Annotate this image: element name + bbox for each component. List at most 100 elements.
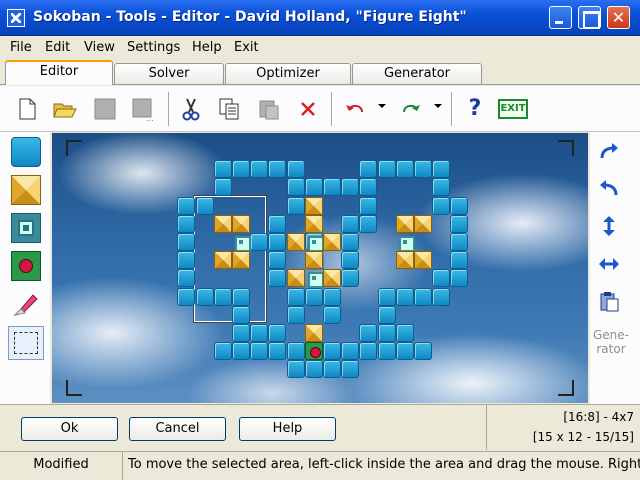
wall-cell[interactable]	[414, 160, 432, 179]
goal-cell[interactable]	[305, 269, 324, 289]
minimize-button[interactable]	[549, 6, 572, 29]
menu-settings[interactable]: Settings	[127, 40, 180, 55]
wall-tool-icon[interactable]	[11, 137, 41, 167]
cancel-button[interactable]: Cancel	[129, 417, 226, 441]
box-cell[interactable]	[414, 214, 432, 233]
menu-exit[interactable]: Exit	[234, 40, 259, 55]
box-cell[interactable]	[323, 233, 341, 251]
wall-cell[interactable]	[341, 342, 360, 361]
new-file-icon[interactable]	[14, 96, 40, 122]
undo-icon[interactable]	[342, 96, 368, 122]
save-as-icon[interactable]: ...	[130, 96, 156, 122]
wall-cell[interactable]	[268, 160, 287, 179]
flip-vertical-icon[interactable]	[598, 215, 620, 237]
wall-cell[interactable]	[268, 269, 287, 288]
player-cell[interactable]	[304, 342, 323, 361]
wall-cell[interactable]	[377, 160, 396, 179]
wall-cell[interactable]	[195, 196, 214, 215]
wall-cell[interactable]	[304, 287, 323, 306]
wall-cell[interactable]	[268, 251, 287, 270]
wall-cell[interactable]	[232, 342, 250, 361]
wall-cell[interactable]	[232, 324, 250, 342]
menu-file[interactable]: File	[10, 40, 32, 55]
wall-cell[interactable]	[177, 214, 196, 233]
wall-cell[interactable]	[414, 342, 432, 361]
box-cell[interactable]	[395, 214, 414, 233]
wall-cell[interactable]	[323, 178, 341, 197]
wall-cell[interactable]	[450, 251, 469, 270]
wall-cell[interactable]	[250, 342, 269, 361]
wall-cell[interactable]	[432, 160, 451, 179]
wall-cell[interactable]	[286, 160, 305, 179]
wall-cell[interactable]	[377, 342, 396, 361]
wall-cell[interactable]	[377, 287, 396, 306]
wall-cell[interactable]	[432, 287, 451, 306]
box-cell[interactable]	[304, 324, 323, 342]
wall-cell[interactable]	[395, 342, 414, 361]
menu-edit[interactable]: Edit	[45, 40, 70, 55]
wall-cell[interactable]	[359, 178, 378, 197]
wall-cell[interactable]	[213, 342, 232, 361]
wall-cell[interactable]	[359, 214, 378, 233]
delete-icon[interactable]	[295, 96, 321, 122]
wall-cell[interactable]	[268, 342, 287, 361]
wall-cell[interactable]	[286, 360, 305, 379]
wall-cell[interactable]	[395, 160, 414, 179]
undo-dropdown-icon[interactable]	[378, 104, 386, 108]
box-tool-icon[interactable]	[11, 175, 41, 205]
wall-cell[interactable]	[177, 233, 196, 251]
wall-cell[interactable]	[432, 269, 451, 288]
wall-cell[interactable]	[286, 342, 305, 361]
wall-cell[interactable]	[177, 287, 196, 306]
eraser-tool-icon[interactable]	[11, 289, 41, 319]
wall-cell[interactable]	[341, 360, 360, 379]
wall-cell[interactable]	[359, 196, 378, 215]
box-cell[interactable]	[304, 196, 323, 215]
exit-icon[interactable]: EXIT	[498, 99, 528, 119]
tab-solver[interactable]: Solver	[114, 63, 224, 84]
cut-icon[interactable]	[178, 96, 204, 122]
tab-editor[interactable]: Editor	[5, 60, 113, 85]
box-cell[interactable]	[286, 233, 305, 251]
wall-cell[interactable]	[286, 305, 305, 324]
wall-cell[interactable]	[177, 251, 196, 270]
wall-cell[interactable]	[450, 233, 469, 251]
box-cell[interactable]	[304, 214, 323, 233]
wall-cell[interactable]	[304, 178, 323, 197]
help-icon[interactable]: ?	[462, 96, 488, 122]
wall-cell[interactable]	[341, 251, 360, 270]
wall-cell[interactable]	[450, 214, 469, 233]
maximize-button[interactable]	[578, 6, 601, 29]
wall-cell[interactable]	[395, 324, 414, 342]
wall-cell[interactable]	[341, 269, 360, 288]
box-cell[interactable]	[213, 214, 232, 233]
close-button[interactable]: ✕	[607, 6, 630, 29]
wall-cell[interactable]	[359, 324, 378, 342]
wall-cell[interactable]	[250, 324, 269, 342]
select-tool-icon[interactable]	[8, 326, 44, 360]
tab-generator[interactable]: Generator	[352, 63, 482, 84]
wall-cell[interactable]	[341, 233, 360, 251]
wall-cell[interactable]	[377, 305, 396, 324]
wall-cell[interactable]	[377, 324, 396, 342]
wall-cell[interactable]	[304, 360, 323, 379]
wall-cell[interactable]	[195, 287, 214, 306]
clipboard-icon[interactable]	[598, 290, 620, 312]
wall-cell[interactable]	[323, 287, 341, 306]
save-icon[interactable]	[92, 96, 118, 122]
wall-cell[interactable]	[359, 160, 378, 179]
menu-help[interactable]: Help	[192, 40, 222, 55]
goal-cell[interactable]	[232, 233, 251, 252]
redo-icon[interactable]	[398, 96, 424, 122]
wall-cell[interactable]	[232, 305, 250, 324]
wall-cell[interactable]	[341, 178, 360, 197]
wall-cell[interactable]	[177, 269, 196, 288]
wall-cell[interactable]	[323, 360, 341, 379]
goal-cell[interactable]	[396, 233, 415, 252]
level-board[interactable]	[52, 133, 588, 403]
wall-cell[interactable]	[232, 287, 250, 306]
wall-cell[interactable]	[450, 196, 469, 215]
flip-horizontal-icon[interactable]	[598, 253, 620, 275]
wall-cell[interactable]	[432, 196, 451, 215]
rotate-left-icon[interactable]	[598, 177, 620, 199]
